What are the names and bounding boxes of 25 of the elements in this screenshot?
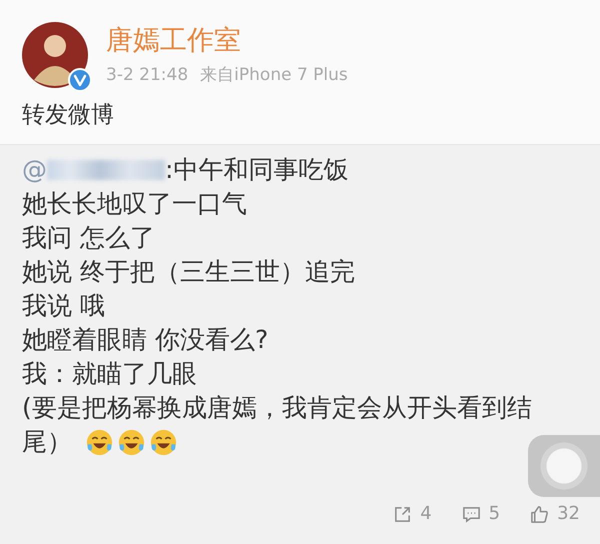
action-count: 5: [488, 503, 500, 525]
action-count: 4: [420, 503, 432, 525]
repost-text: (要是把杨幂换成唐嫣，我肯定会从开头看到结: [22, 392, 532, 424]
post-source: 来自iPhone 7 Plus: [200, 64, 348, 86]
repost-text: 她长长地叹了一口气: [22, 188, 247, 220]
comment-icon[interactable]: [462, 504, 481, 524]
post-time: 3-2 21:48: [106, 64, 188, 86]
mention-link[interactable]: @: [22, 153, 47, 187]
tears-of-joy-emoji-icon: [118, 428, 145, 456]
share-icon[interactable]: [393, 504, 412, 524]
repost-text: 她瞪着眼睛 你没看么?: [22, 324, 268, 356]
post-text: 转发微博: [22, 101, 115, 130]
tears-of-joy-emoji-icon: [150, 428, 177, 456]
repost-text: 我问 怎么了: [22, 222, 155, 254]
repost-text: 我说 哦: [22, 290, 105, 322]
avatar-icon[interactable]: [22, 22, 88, 88]
thumbs-up-icon[interactable]: [530, 504, 550, 524]
action-count: 32: [557, 503, 580, 525]
assistive-touch-button[interactable]: [528, 435, 600, 497]
author-name[interactable]: 唐嫣工作室: [106, 24, 241, 58]
tears-of-joy-emoji-icon: [86, 428, 113, 456]
repost-text: 我：就瞄了几眼: [22, 358, 197, 390]
repost-text: 尾）: [22, 426, 72, 458]
repost-text: :中午和同事吃饭: [165, 154, 348, 186]
repost-text: 她说 终于把（三生三世）追完: [22, 256, 355, 288]
